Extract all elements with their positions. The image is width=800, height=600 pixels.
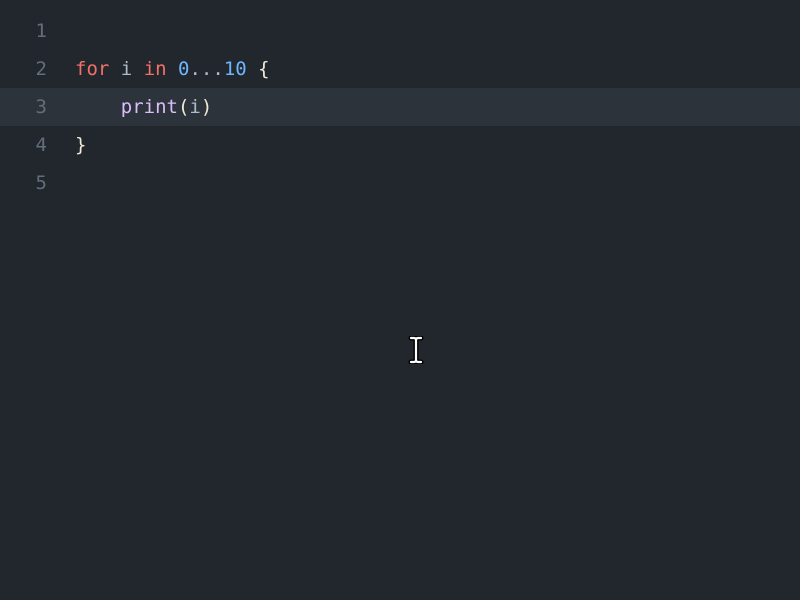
number-literal: 0 [178,58,189,80]
code-line[interactable]: 5 [0,164,800,202]
argument: i [189,96,200,118]
keyword-for: for [75,58,109,80]
range-operator: ... [189,58,223,80]
whitespace [109,58,120,80]
number-literal: 10 [224,58,247,80]
line-number: 5 [0,164,75,202]
variable: i [121,58,132,80]
line-number: 3 [0,88,75,126]
line-content[interactable]: print(i) [75,88,212,126]
keyword-in: in [144,58,167,80]
line-number: 1 [0,12,75,50]
brace-open: { [258,58,269,80]
code-line[interactable]: 1 [0,12,800,50]
code-editor[interactable]: 1 2 for i in 0...10 { 3 print(i) 4 } 5 [0,0,800,600]
code-line-active[interactable]: 3 print(i) [0,88,800,126]
code-line[interactable]: 2 for i in 0...10 { [0,50,800,88]
function-call: print [121,96,178,118]
line-number: 2 [0,50,75,88]
line-content[interactable]: } [75,126,86,164]
whitespace [132,58,143,80]
line-number: 4 [0,126,75,164]
paren-close: ) [201,96,212,118]
line-content[interactable]: for i in 0...10 { [75,50,270,88]
whitespace [247,58,258,80]
code-line[interactable]: 4 } [0,126,800,164]
whitespace [167,58,178,80]
paren-open: ( [178,96,189,118]
whitespace [75,96,121,118]
brace-close: } [75,134,86,156]
